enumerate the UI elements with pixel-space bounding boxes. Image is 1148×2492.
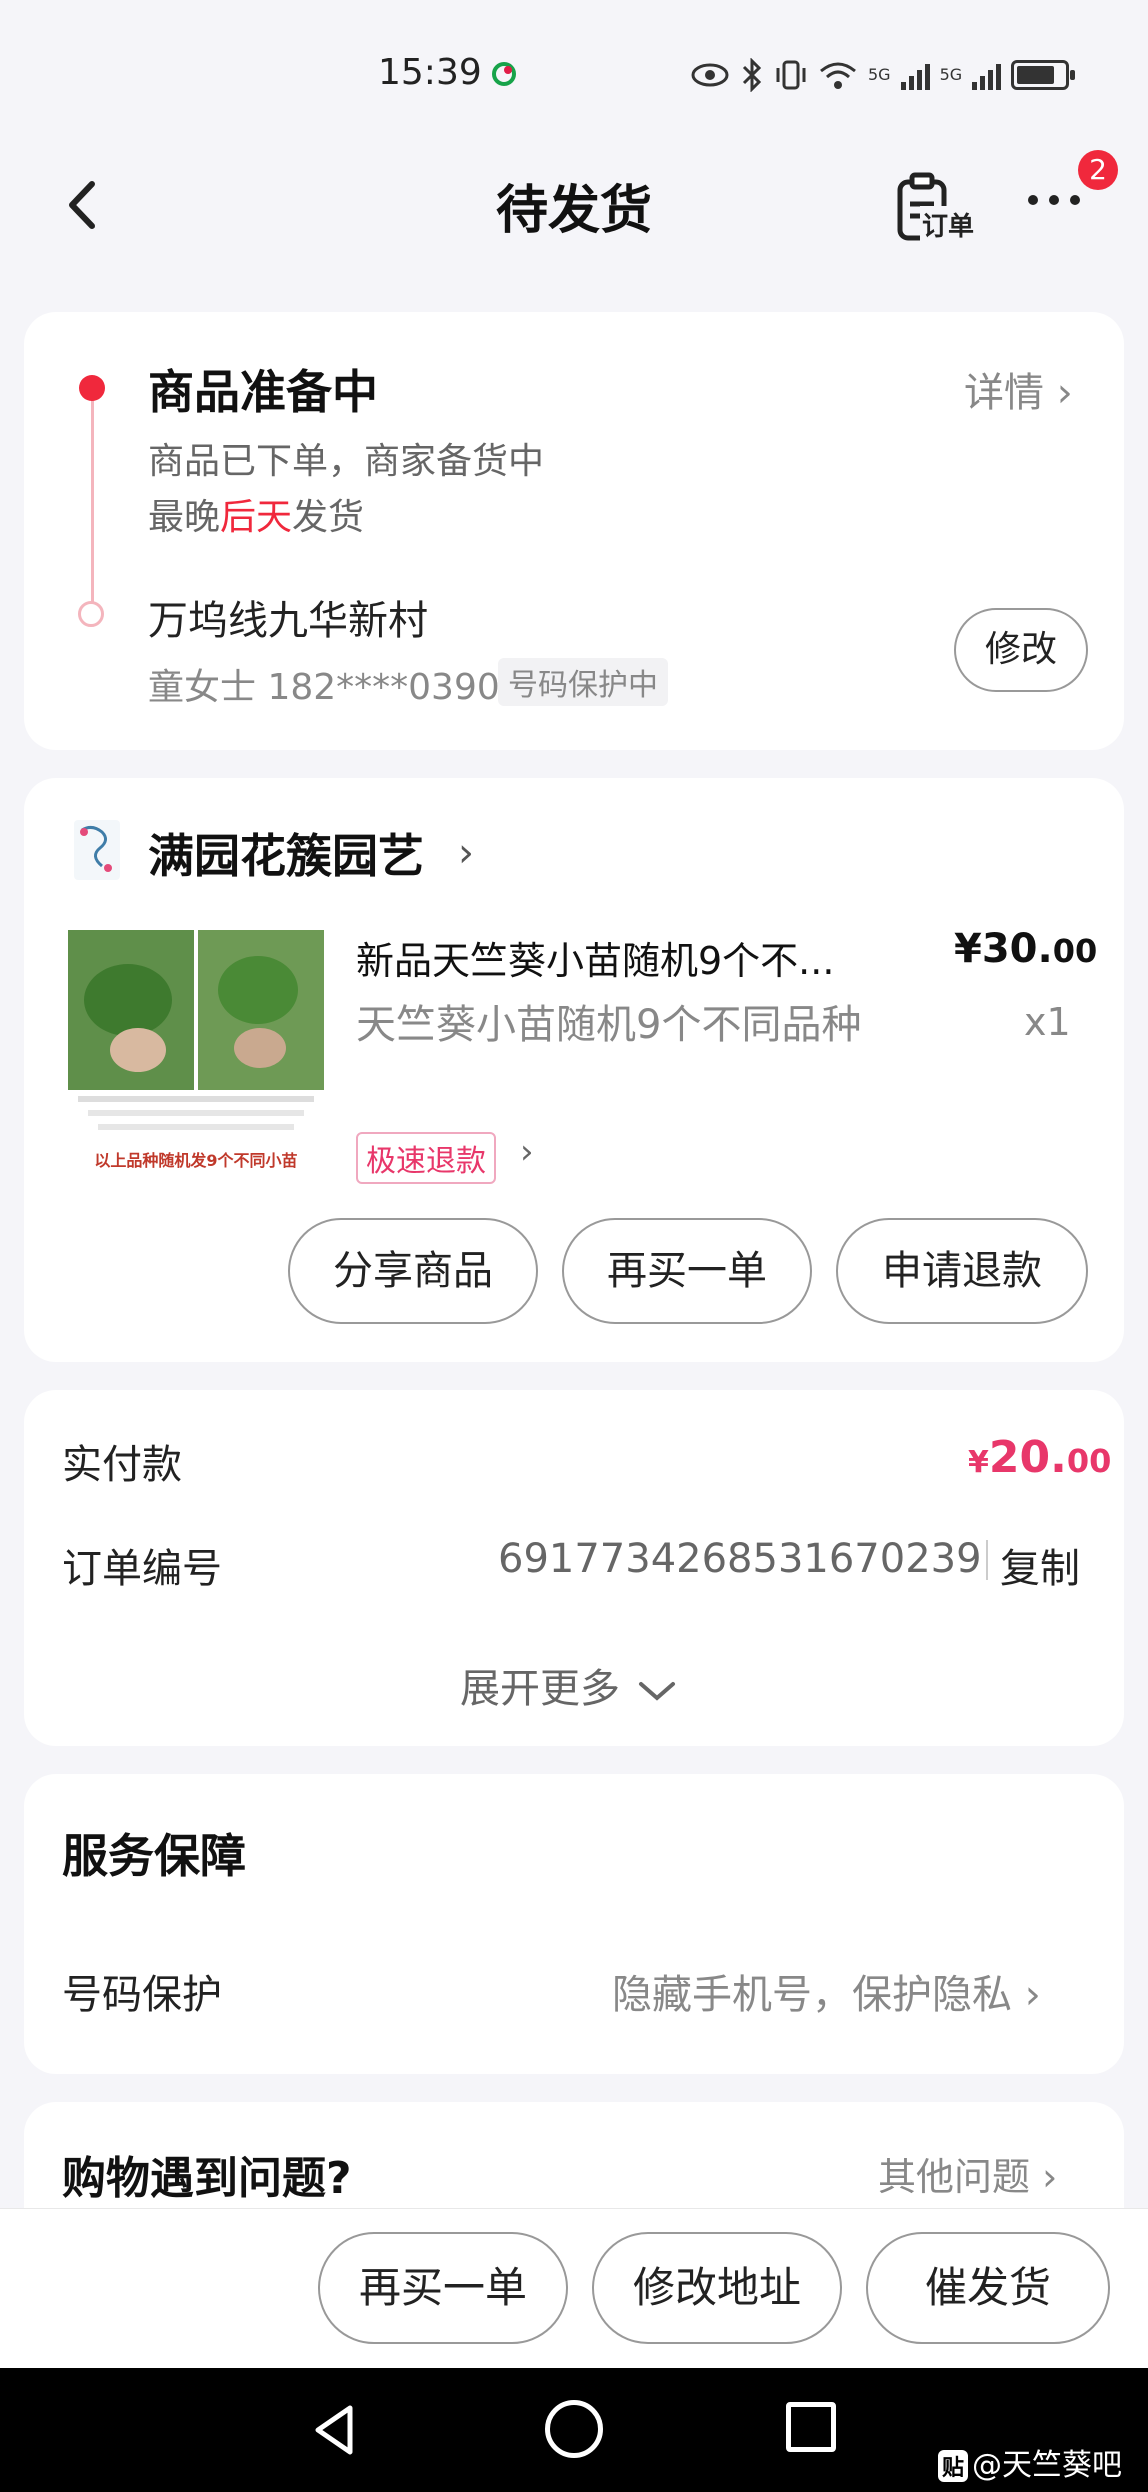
timeline-dot-address bbox=[78, 601, 104, 627]
product-price: ¥30.00 bbox=[954, 926, 1097, 972]
bottom-modify-address-button[interactable]: 修改地址 bbox=[592, 2232, 842, 2344]
nav-back-icon[interactable] bbox=[306, 2400, 366, 2460]
paid-dec: 00 bbox=[1066, 1442, 1112, 1480]
product-price-dec: 00 bbox=[1052, 932, 1098, 970]
timeline-line bbox=[91, 388, 94, 614]
delivery-address: 万坞线九华新村 bbox=[148, 598, 428, 644]
ship-deadline-suffix: 发货 bbox=[292, 497, 365, 538]
tieba-logo-icon: 贴 bbox=[938, 2450, 969, 2482]
order-label[interactable]: 订单 bbox=[920, 206, 977, 243]
nav-recent-icon[interactable] bbox=[786, 2402, 836, 2452]
service-row-label: 号码保护 bbox=[62, 1972, 222, 2018]
paid-label: 实付款 bbox=[62, 1442, 182, 1488]
detail-link-label: 详情 bbox=[964, 370, 1044, 416]
ship-deadline-prefix: 最晚 bbox=[148, 497, 221, 538]
product-name[interactable]: 新品天竺葵小苗随机9个不... bbox=[356, 930, 886, 985]
service-title: 服务保障 bbox=[62, 1829, 246, 1883]
share-product-button[interactable]: 分享商品 bbox=[288, 1218, 538, 1324]
chevron-right-icon: › bbox=[1024, 1972, 1041, 2018]
watermark-text: @天竺葵吧 bbox=[972, 2448, 1123, 2483]
ship-deadline: 最晚后天发货 bbox=[148, 488, 364, 540]
service-row-value[interactable]: 隐藏手机号，保护隐私 › bbox=[612, 1962, 1041, 2020]
issues-title: 购物遇到问题? bbox=[62, 2153, 352, 2204]
bottom-buy-again-button[interactable]: 再买一单 bbox=[318, 2232, 568, 2344]
other-issues-link[interactable]: 其他问题 › bbox=[878, 2146, 1057, 2201]
paid-currency: ¥ bbox=[968, 1445, 989, 1480]
product-spec: 天竺葵小苗随机9个不同品种 bbox=[356, 1002, 862, 1048]
product-image[interactable]: 以上品种随机发9个不同小苗 bbox=[68, 930, 324, 1180]
shipping-status-title: 商品准备中 bbox=[148, 365, 378, 419]
chevron-right-icon: › bbox=[1042, 2155, 1058, 2199]
shop-logo bbox=[74, 820, 120, 880]
more-icon[interactable] bbox=[1028, 190, 1098, 220]
copy-button[interactable]: 复制 bbox=[1000, 1536, 1080, 1594]
service-row-value-text: 隐藏手机号，保护隐私 bbox=[612, 1972, 1012, 2018]
notification-badge: 2 bbox=[1078, 150, 1118, 190]
nav-home-icon[interactable] bbox=[545, 2400, 603, 2458]
product-quantity: x1 bbox=[1024, 1000, 1071, 1044]
network-label: 5G bbox=[868, 65, 891, 84]
chevron-down-icon bbox=[638, 1682, 675, 1701]
expand-more-button[interactable]: 展开更多 bbox=[460, 1656, 677, 1714]
chevron-right-icon: › bbox=[1056, 370, 1073, 416]
network-label: 5G bbox=[939, 65, 963, 84]
order-number-label: 订单编号 bbox=[62, 1546, 222, 1592]
number-protect-tag: 号码保护中 bbox=[498, 658, 668, 706]
chevron-right-icon[interactable]: › bbox=[458, 830, 474, 876]
watermark: 贴 @天竺葵吧 bbox=[938, 2440, 1122, 2484]
detail-link[interactable]: 详情 › bbox=[964, 360, 1073, 418]
shipping-description: 商品已下单，商家备货中 bbox=[148, 441, 545, 482]
modify-address-button[interactable]: 修改 bbox=[954, 608, 1088, 692]
fast-refund-tag[interactable]: 极速退款 bbox=[356, 1132, 496, 1184]
product-price-int: ¥30. bbox=[954, 926, 1053, 972]
ship-deadline-highlight: 后天 bbox=[220, 497, 293, 538]
wifi-icon bbox=[820, 62, 856, 89]
request-refund-button[interactable]: 申请退款 bbox=[836, 1218, 1088, 1324]
shop-name[interactable]: 满园花簇园艺 bbox=[148, 820, 424, 886]
timeline-dot-active bbox=[79, 375, 105, 401]
product-image-caption: 以上品种随机发9个不同小苗 bbox=[94, 1151, 297, 1170]
chevron-right-icon[interactable]: › bbox=[520, 1132, 534, 1172]
other-issues-label: 其他问题 bbox=[878, 2155, 1031, 2199]
battery-icon bbox=[1011, 60, 1076, 90]
bluetooth-icon bbox=[742, 58, 762, 92]
carrier-icon bbox=[492, 62, 516, 86]
vibrate-icon bbox=[776, 60, 806, 90]
signal-icon bbox=[900, 60, 930, 90]
divider bbox=[986, 1540, 988, 1580]
order-number: 6917734268531670239 bbox=[498, 1536, 982, 1582]
service-card bbox=[24, 1774, 1124, 2074]
contact-info: 童女士 182****0390 bbox=[148, 667, 500, 708]
paid-amount: ¥20.00 bbox=[968, 1432, 1111, 1483]
eye-icon bbox=[691, 63, 729, 87]
signal-icon bbox=[972, 60, 1002, 90]
paid-int: 20. bbox=[988, 1432, 1067, 1483]
status-time: 15:39 bbox=[378, 52, 482, 93]
expand-more-label: 展开更多 bbox=[460, 1666, 620, 1712]
urge-shipping-button[interactable]: 催发货 bbox=[866, 2232, 1110, 2344]
buy-again-button[interactable]: 再买一单 bbox=[562, 1218, 812, 1324]
system-icons: 5G 5G bbox=[690, 55, 1076, 95]
